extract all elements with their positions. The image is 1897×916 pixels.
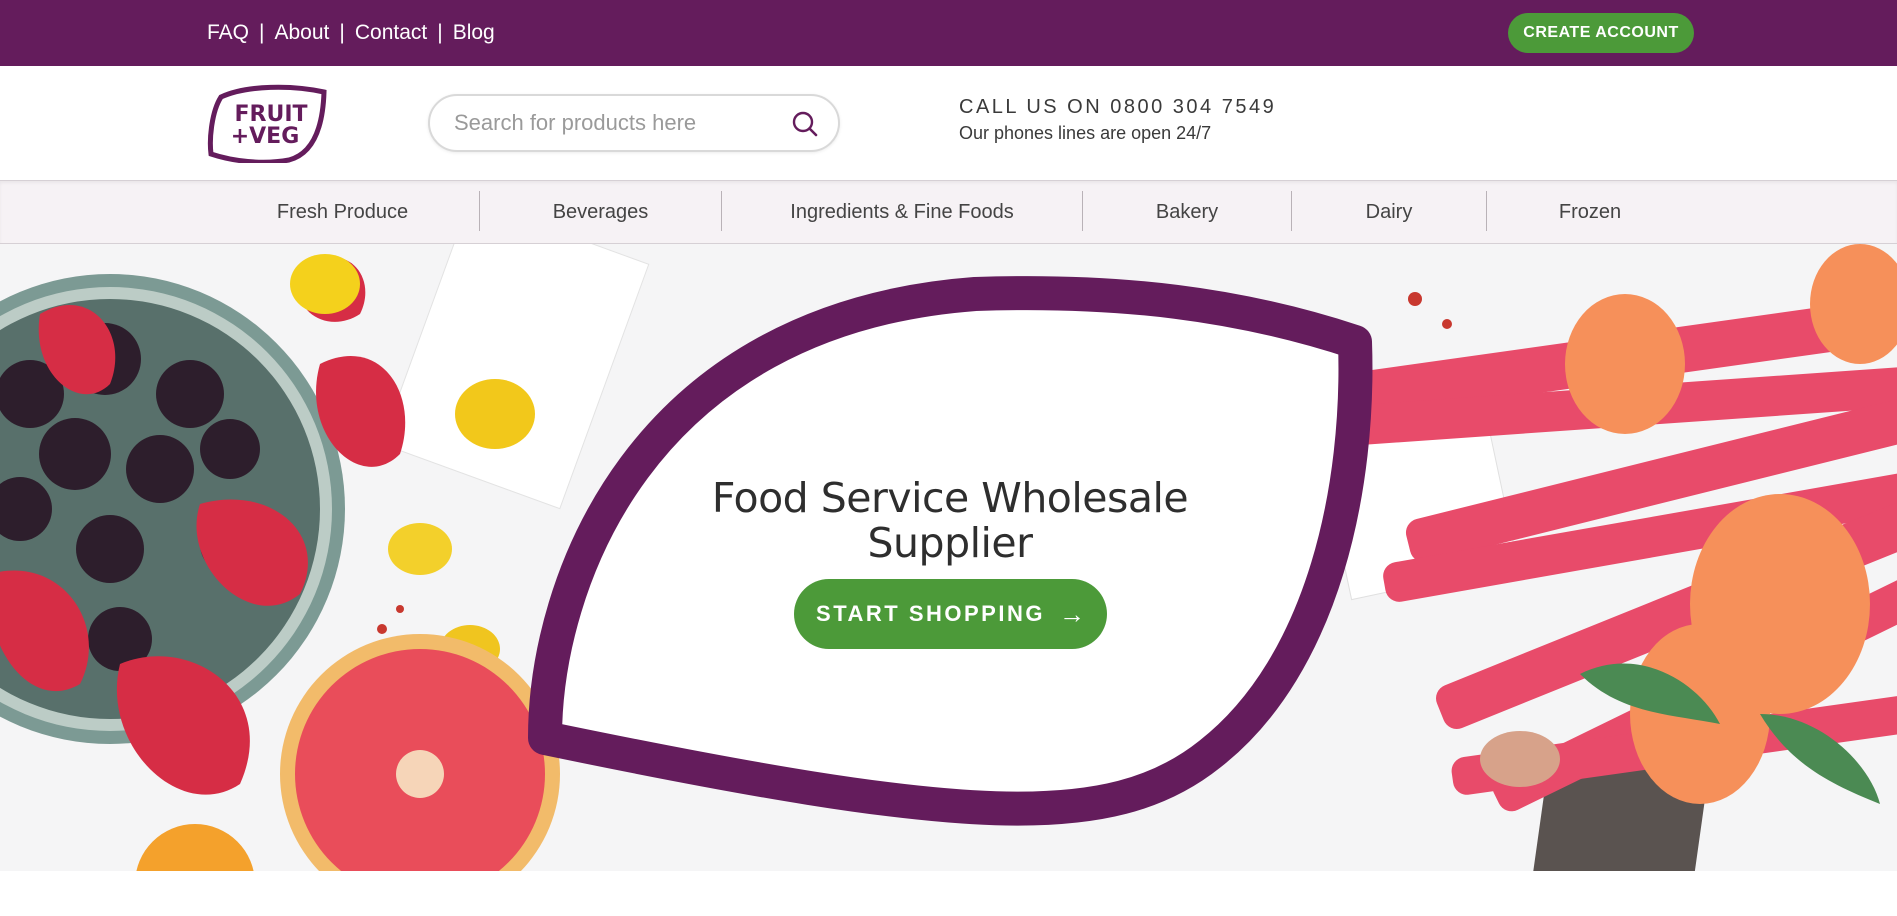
site-header: FRUIT +VEG CALL US ON 0800 304 7549 Our … (0, 66, 1897, 180)
contact-link[interactable]: Contact (355, 21, 427, 45)
phone-hours: Our phones lines are open 24/7 (959, 123, 1212, 143)
search-box (428, 94, 840, 152)
hero-title: Food Service Wholesale Supplier (700, 476, 1200, 566)
call-us-block: CALL US ON 0800 304 7549 Our phones line… (959, 96, 1276, 144)
fruit-veg-logo[interactable]: FRUIT +VEG (207, 83, 327, 165)
faq-link[interactable]: FAQ (207, 21, 249, 45)
hero-title-line1: Food Service Wholesale (711, 474, 1189, 522)
nav-separator: | (259, 21, 265, 44)
about-link[interactable]: About (274, 21, 329, 45)
search-input[interactable] (454, 108, 774, 138)
top-utility-bar: FAQ | About | Contact | Blog CREATE ACCO… (0, 0, 1897, 66)
search-icon[interactable] (790, 109, 820, 139)
nav-separator: | (339, 21, 345, 44)
category-ingredients-fine-foods[interactable]: Ingredients & Fine Foods (722, 181, 1082, 243)
arrow-right-icon: → (1058, 598, 1085, 629)
category-frozen[interactable]: Frozen (1487, 181, 1693, 243)
start-shopping-label: START SHOPPING (816, 601, 1045, 626)
utility-nav: FAQ | About | Contact | Blog (207, 0, 495, 66)
category-beverages[interactable]: Beverages (480, 181, 721, 243)
category-bakery[interactable]: Bakery (1083, 181, 1291, 243)
phone-number[interactable]: CALL US ON 0800 304 7549 (959, 96, 1276, 119)
nav-separator: | (437, 21, 443, 44)
category-fresh-produce[interactable]: Fresh Produce (207, 181, 478, 243)
logo-leaf-icon: FRUIT +VEG (207, 84, 327, 165)
blog-link[interactable]: Blog (453, 21, 495, 45)
start-shopping-button[interactable]: START SHOPPING → (794, 579, 1107, 649)
category-dairy[interactable]: Dairy (1292, 181, 1486, 243)
logo-text-veg: +VEG (231, 124, 300, 149)
hero-title-line2: Supplier (867, 519, 1033, 567)
create-account-button[interactable]: CREATE ACCOUNT (1508, 13, 1694, 53)
category-nav: Fresh Produce Beverages Ingredients & Fi… (0, 180, 1897, 244)
hero-banner: Food Service Wholesale Supplier START SH… (0, 244, 1897, 871)
